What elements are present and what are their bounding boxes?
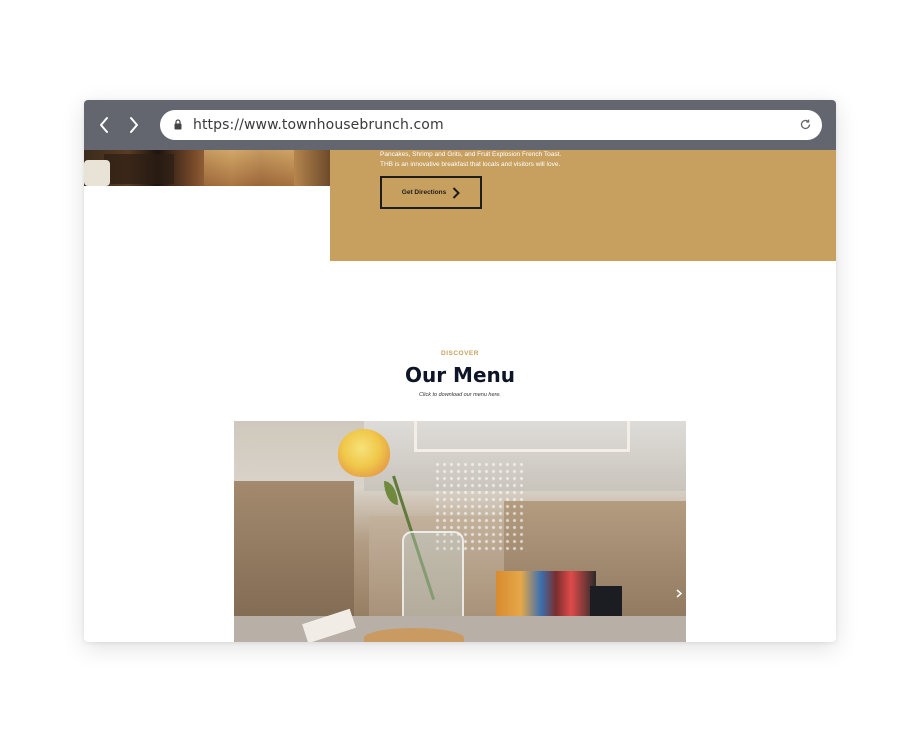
forward-button[interactable]	[122, 113, 146, 137]
hero-food-photo	[84, 150, 330, 186]
page-title: Our Menu	[404, 363, 515, 387]
menu-carousel-image[interactable]	[234, 421, 686, 642]
chevron-right-icon	[130, 117, 138, 133]
info-panel: Pancakes, Shrimp and Grits, and Fruit Ex…	[330, 150, 836, 261]
get-directions-button[interactable]: Get Directions	[380, 176, 482, 209]
address-bar[interactable]: https://www.townhousebrunch.com	[160, 110, 822, 140]
back-button[interactable]	[92, 113, 116, 137]
rose-flower	[338, 429, 390, 477]
chevron-right-icon[interactable]	[676, 589, 682, 598]
chevron-right-icon	[453, 186, 461, 199]
url-text[interactable]: https://www.townhousebrunch.com	[193, 117, 444, 133]
lock-icon	[174, 119, 182, 130]
browser-window: https://www.townhousebrunch.com Pancakes…	[84, 100, 836, 642]
info-line-1: Pancakes, Shrimp and Grits, and Fruit Ex…	[380, 151, 562, 158]
reload-icon[interactable]	[799, 118, 812, 131]
browser-toolbar: https://www.townhousebrunch.com	[84, 100, 836, 150]
menu-download-link[interactable]: Click to download our menu here.	[84, 392, 836, 398]
section-eyebrow: DISCOVER	[441, 350, 479, 357]
chevron-left-icon	[100, 117, 108, 133]
get-directions-label: Get Directions	[401, 189, 447, 196]
info-description: Pancakes, Shrimp and Grits, and Fruit Ex…	[380, 150, 680, 170]
page-viewport: Pancakes, Shrimp and Grits, and Fruit Ex…	[84, 150, 836, 642]
info-line-2: THB is an innovative breakfast that loca…	[380, 161, 561, 168]
